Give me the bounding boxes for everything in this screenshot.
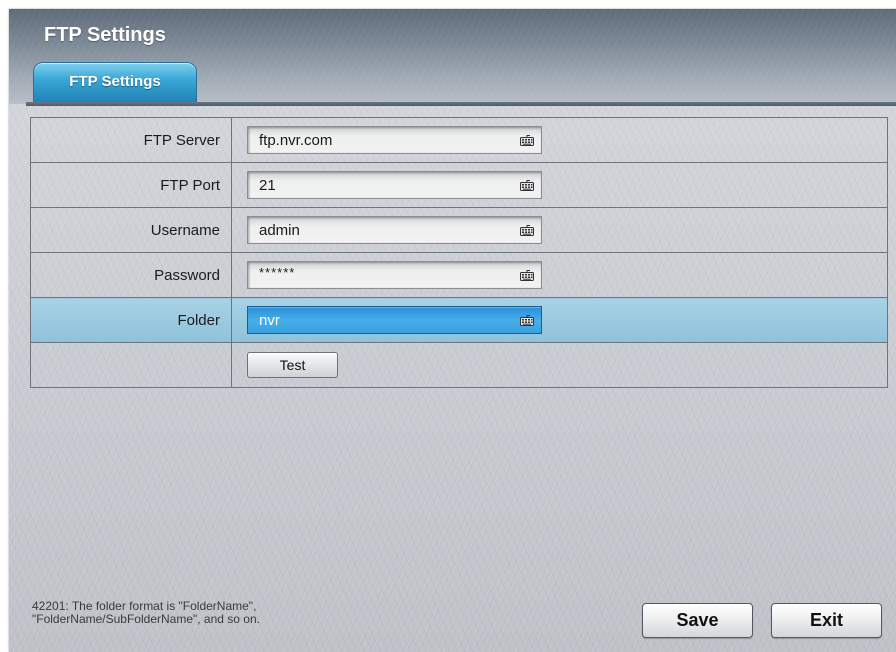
form-row-test: Test <box>30 342 888 388</box>
save-button[interactable]: Save <box>642 603 753 638</box>
username-label: Username <box>30 207 232 253</box>
folder-input[interactable]: nvr <box>247 306 542 334</box>
folder-format-hint: 42201: The folder format is "FolderName"… <box>32 600 260 626</box>
window-title: FTP Settings <box>44 24 166 46</box>
folder-value: nvr <box>259 312 280 329</box>
tab-label: FTP Settings <box>69 73 161 90</box>
ftp-port-label: FTP Port <box>30 162 232 208</box>
ftp-server-cell: ftp.nvr.com <box>231 117 888 163</box>
test-cell: Test <box>231 342 888 388</box>
keyboard-icon[interactable] <box>520 314 534 326</box>
ftp-server-label: FTP Server <box>30 117 232 163</box>
keyboard-icon[interactable] <box>520 269 534 281</box>
form-row-password: Password ****** <box>30 252 888 298</box>
exit-button[interactable]: Exit <box>771 603 882 638</box>
keyboard-icon[interactable] <box>520 224 534 236</box>
tab-ftp-settings[interactable]: FTP Settings <box>33 62 197 104</box>
test-button[interactable]: Test <box>247 352 338 378</box>
folder-cell: nvr <box>231 297 888 343</box>
form-row-ftp-server: FTP Server ftp.nvr.com <box>30 117 888 163</box>
tab-underline <box>26 102 896 106</box>
ftp-form-table: FTP Server ftp.nvr.com FTP Port 21 Usern… <box>30 117 888 388</box>
keyboard-icon[interactable] <box>520 134 534 146</box>
form-row-username: Username admin <box>30 207 888 253</box>
username-input[interactable]: admin <box>247 216 542 244</box>
ftp-port-input[interactable]: 21 <box>247 171 542 199</box>
ftp-port-cell: 21 <box>231 162 888 208</box>
password-value: ****** <box>259 265 296 280</box>
ftp-server-value: ftp.nvr.com <box>259 132 333 149</box>
form-row-ftp-port: FTP Port 21 <box>30 162 888 208</box>
password-label: Password <box>30 252 232 298</box>
password-input[interactable]: ****** <box>247 261 542 289</box>
password-cell: ****** <box>231 252 888 298</box>
window-header: FTP Settings FTP Settings <box>9 9 896 104</box>
ftp-server-input[interactable]: ftp.nvr.com <box>247 126 542 154</box>
empty-label-cell <box>30 342 232 388</box>
ftp-settings-window: FTP Settings FTP Settings FTP Server ftp… <box>9 9 896 652</box>
username-cell: admin <box>231 207 888 253</box>
username-value: admin <box>259 222 300 239</box>
hint-line-2: "FolderName/SubFolderName", and so on. <box>32 612 260 626</box>
form-row-folder: Folder nvr <box>30 297 888 343</box>
keyboard-icon[interactable] <box>520 179 534 191</box>
folder-label: Folder <box>30 297 232 343</box>
ftp-port-value: 21 <box>259 177 276 194</box>
